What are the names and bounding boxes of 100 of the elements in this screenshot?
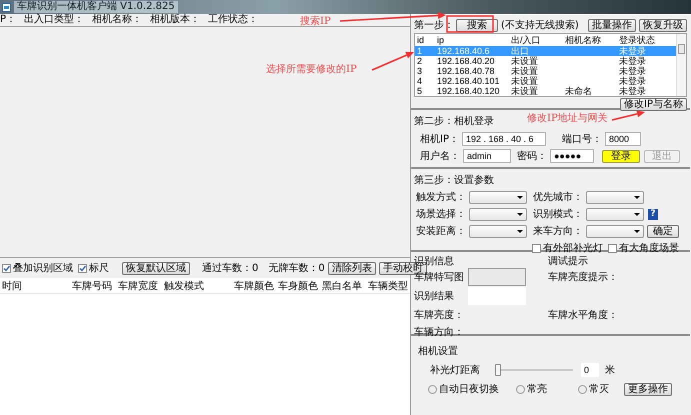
unplated-count: 无牌车数：0 (268, 262, 325, 275)
result-box (468, 287, 526, 305)
field-label: 安装距离： (416, 224, 466, 238)
dropdown[interactable] (586, 224, 644, 238)
arrow (612, 110, 645, 121)
table-row[interactable]: 5 192.168.40.120 未设置 未命名 未登录 (415, 86, 676, 96)
field-label: 触发方式： (416, 190, 466, 204)
distance-field[interactable]: 0 (581, 363, 599, 377)
checkbox[interactable] (2, 264, 11, 272)
column-header: 出/入口 (510, 35, 542, 45)
upgrade-button[interactable]: 恢复升级 (639, 19, 687, 32)
table-cell-text: 未命名 (564, 86, 593, 96)
dropdown[interactable] (586, 208, 644, 220)
column-header: 相机名称 (564, 35, 602, 45)
caret-icon (634, 230, 640, 232)
debug-title: 调试提示 (548, 254, 588, 268)
caret-icon (517, 196, 523, 198)
dropdown[interactable] (469, 190, 527, 204)
checkbox-label: 有外部补光灯 (543, 242, 603, 255)
modify-ip-button[interactable]: 修改IP与名称 (620, 98, 687, 111)
caret-icon (517, 212, 523, 216)
dropdown[interactable] (469, 224, 527, 238)
batch-button[interactable]: 批量操作 (588, 19, 636, 32)
column-header: 车牌宽度 (117, 280, 159, 292)
ip-field[interactable]: 192 . 168 . 40 . 6 (462, 132, 546, 146)
search-note: (不支持无线搜索) (501, 18, 579, 32)
table-row[interactable]: 3 192.168.40.78 未设置 未登录 (415, 66, 676, 76)
radio-label: 常灭 (589, 382, 609, 396)
field-label: 识别结果 (414, 290, 454, 303)
table-cell-text: 未设置 (510, 76, 539, 86)
column-header: ip (436, 35, 446, 45)
section-title: 第三步：设置参数 (414, 174, 494, 187)
checkbox[interactable] (532, 244, 541, 252)
dropdown[interactable] (586, 190, 644, 204)
table-cell-text: 未设置 (510, 66, 539, 76)
field-label: 车牌亮度提示： (548, 270, 618, 284)
radio-label: 自动日夜切换 (439, 382, 499, 396)
radio-button[interactable] (578, 384, 587, 394)
window-title: 车牌识别一体机客户端 V1.0.2.825 (14, 1, 178, 13)
table-cell-text: 未登录 (618, 76, 647, 86)
field-label: 车辆方向： (414, 326, 464, 339)
port-field[interactable]: 8000 (604, 132, 641, 146)
dropdown[interactable] (469, 208, 527, 220)
field-label: 相机IP： (420, 132, 459, 146)
table-row[interactable]: 4 192.168.40.101 未设置 未登录 (415, 76, 676, 86)
section-title: 相机设置 (418, 344, 458, 358)
info-label: 相机名称： (92, 14, 142, 26)
radio-button[interactable] (516, 384, 525, 394)
table-cell-text: 192.168.40.6 (436, 46, 491, 56)
section-title: 第二步：相机登录 (414, 114, 494, 128)
field-label: 端口号： (562, 132, 602, 146)
column-header: 触发模式 (163, 280, 205, 292)
confirm-button[interactable]: 确定 (647, 224, 679, 238)
field-label: 优先城市： (533, 190, 583, 204)
more-actions-button[interactable]: 更多操作 (624, 382, 672, 396)
column-header: 黑白名单 (321, 280, 363, 292)
table-cell-text: 未登录 (618, 86, 647, 96)
info-label: 相机版本： (150, 14, 200, 26)
scrollbar[interactable] (676, 34, 686, 96)
unit-label: 米 (605, 364, 615, 377)
table-cell-text: 出口 (510, 46, 530, 56)
caret-icon (517, 230, 523, 232)
field-label: 车牌特写图 (414, 272, 464, 284)
field-label: 补光灯距离 (430, 364, 480, 377)
annotation-text: 修改IP地址与网关 (527, 113, 608, 125)
help-icon[interactable]: ? (648, 208, 658, 220)
field-label: 车牌水平角度： (548, 308, 618, 322)
arrow (372, 52, 414, 71)
radio-button[interactable] (428, 384, 437, 394)
field-label: 车牌亮度： (414, 308, 464, 322)
table-cell-text: 192.168.40.101 (436, 76, 501, 86)
column-header: 车牌颜色 (233, 280, 275, 292)
checkbox-label: 标尺 (89, 262, 109, 275)
annotation-text: 搜索IP (300, 16, 331, 28)
slider-thumb[interactable] (495, 364, 501, 376)
step-label: 第一步： (414, 18, 454, 32)
clear-list-button[interactable]: 清除列表 (328, 262, 376, 274)
caret-icon (634, 196, 640, 198)
password-field[interactable]: ●●●●● (550, 149, 594, 163)
username-field[interactable]: admin (463, 149, 511, 163)
table-cell-text: 192.168.40.78 (436, 66, 496, 76)
restore-area-button[interactable]: 恢复默认区域 (122, 262, 190, 274)
search-button[interactable]: 搜索 (456, 19, 498, 32)
checkbox-label: 有大角度场景 (619, 242, 679, 255)
checkbox[interactable] (608, 244, 617, 252)
table-cell-text: 192.168.40.20 (436, 56, 496, 66)
column-header: 车牌号码 (71, 280, 113, 292)
table-cell-text: 未登录 (618, 66, 647, 76)
table-row[interactable]: 2 192.168.40.20 未设置 未登录 (415, 56, 676, 66)
checkbox[interactable] (78, 264, 87, 272)
highlight-frame (446, 15, 494, 33)
checkbox-label: 叠加识别区域 (13, 262, 73, 275)
info-label: P： (0, 14, 16, 26)
field-label: 场景选择： (416, 208, 466, 221)
login-button[interactable]: 登录 (602, 150, 640, 162)
table-cell-text: 192.168.40.120 (436, 86, 501, 96)
app-icon (2, 2, 11, 12)
caret-icon (634, 212, 640, 216)
table-cell-text: 3 (416, 66, 424, 76)
table-cell-text: 1 (416, 46, 424, 56)
